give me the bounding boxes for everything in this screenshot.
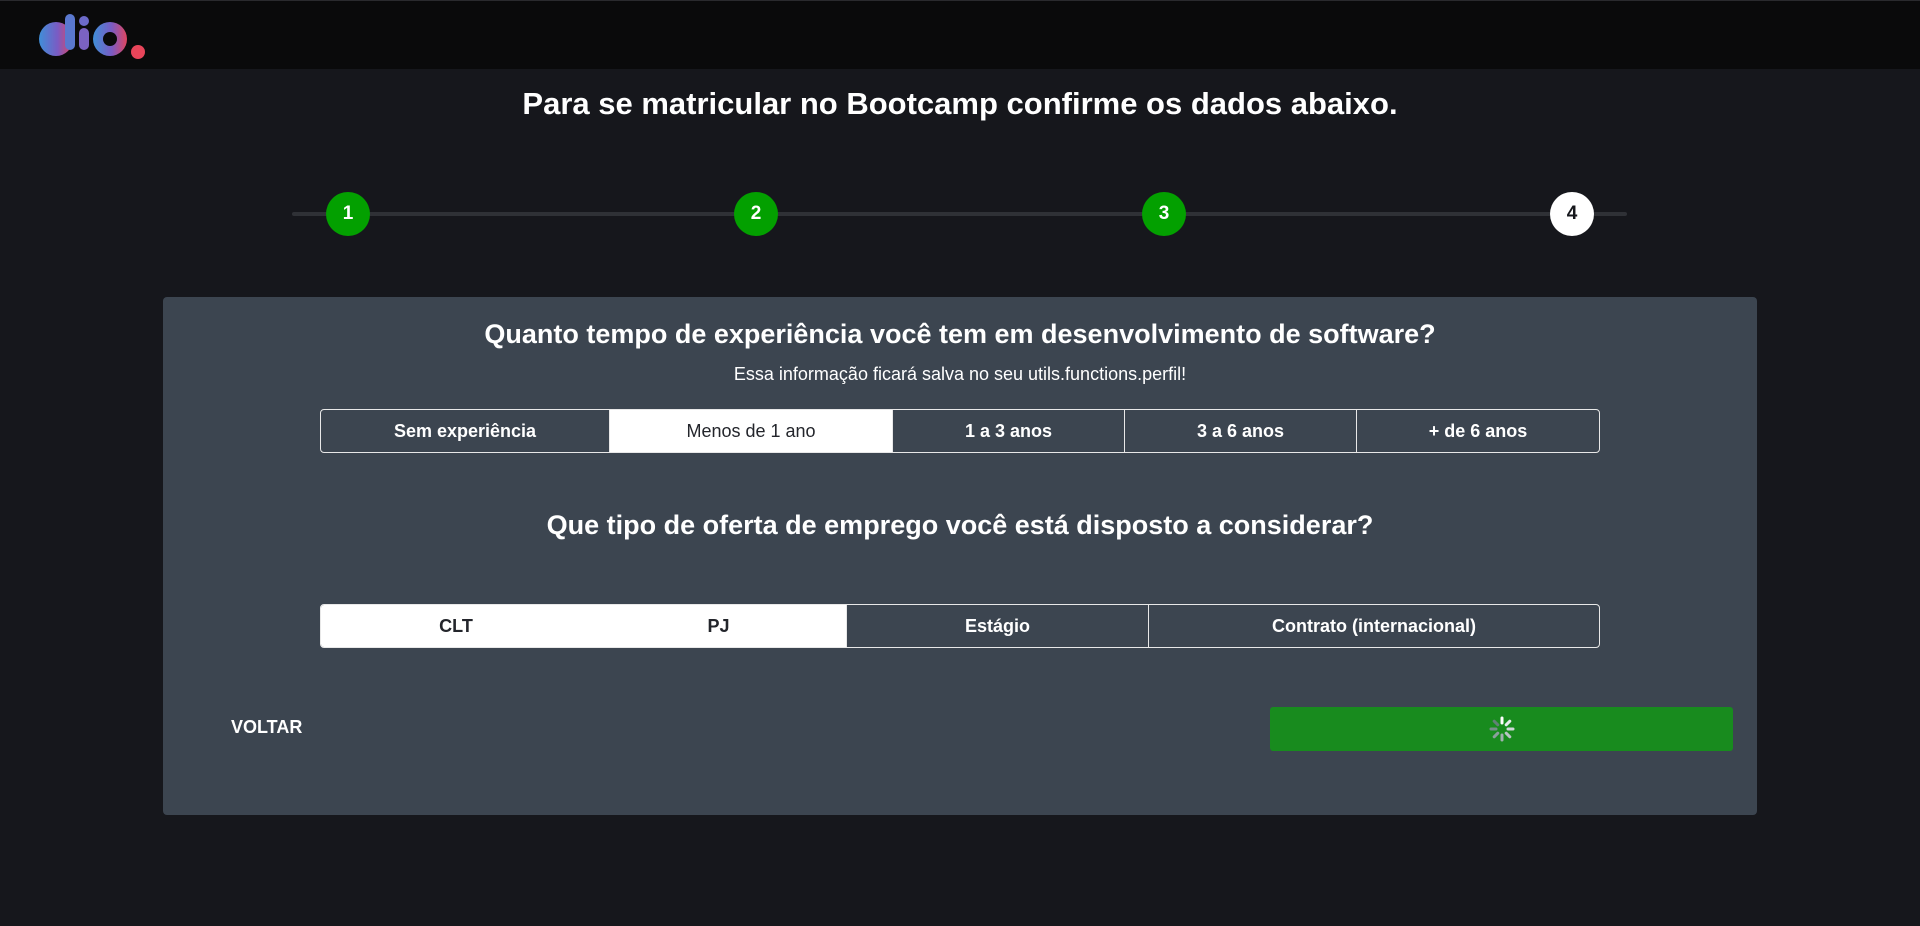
- option-menos-de-1-ano[interactable]: Menos de 1 ano: [610, 410, 893, 452]
- experience-subtitle: Essa informação ficará salva no seu util…: [733, 364, 1187, 384]
- option-pj[interactable]: PJ: [591, 605, 847, 647]
- option-sem-experiencia[interactable]: Sem experiência: [321, 410, 610, 452]
- option-clt[interactable]: CLT: [321, 605, 591, 647]
- option-estagio[interactable]: Estágio: [847, 605, 1149, 647]
- offer-question: Que tipo de oferta de emprego você está …: [546, 510, 1374, 540]
- back-button[interactable]: VOLTAR: [231, 712, 302, 742]
- option-mais-de-6-anos[interactable]: + de 6 anos: [1357, 410, 1599, 452]
- experience-question: Quanto tempo de experiência você tem em …: [484, 319, 1436, 349]
- step-1: 1: [326, 192, 370, 236]
- step-3: 3: [1142, 192, 1186, 236]
- offer-options: CLT PJ Estágio Contrato (internacional): [320, 604, 1600, 648]
- next-button[interactable]: [1270, 707, 1733, 751]
- step-2: 2: [734, 192, 778, 236]
- page-title: Para se matricular no Bootcamp confirme …: [522, 86, 1398, 121]
- loading-spinner-icon: [1489, 716, 1514, 742]
- step-4: 4: [1550, 192, 1594, 236]
- option-3-a-6-anos[interactable]: 3 a 6 anos: [1125, 410, 1357, 452]
- stepper-track: [292, 212, 1627, 216]
- dio-logo[interactable]: [38, 11, 158, 61]
- option-1-a-3-anos[interactable]: 1 a 3 anos: [893, 410, 1125, 452]
- top-navbar: [0, 0, 1920, 69]
- enrollment-card: Quanto tempo de experiência você tem em …: [163, 297, 1757, 815]
- option-contrato-internacional[interactable]: Contrato (internacional): [1149, 605, 1599, 647]
- experience-options: Sem experiência Menos de 1 ano 1 a 3 ano…: [320, 409, 1600, 453]
